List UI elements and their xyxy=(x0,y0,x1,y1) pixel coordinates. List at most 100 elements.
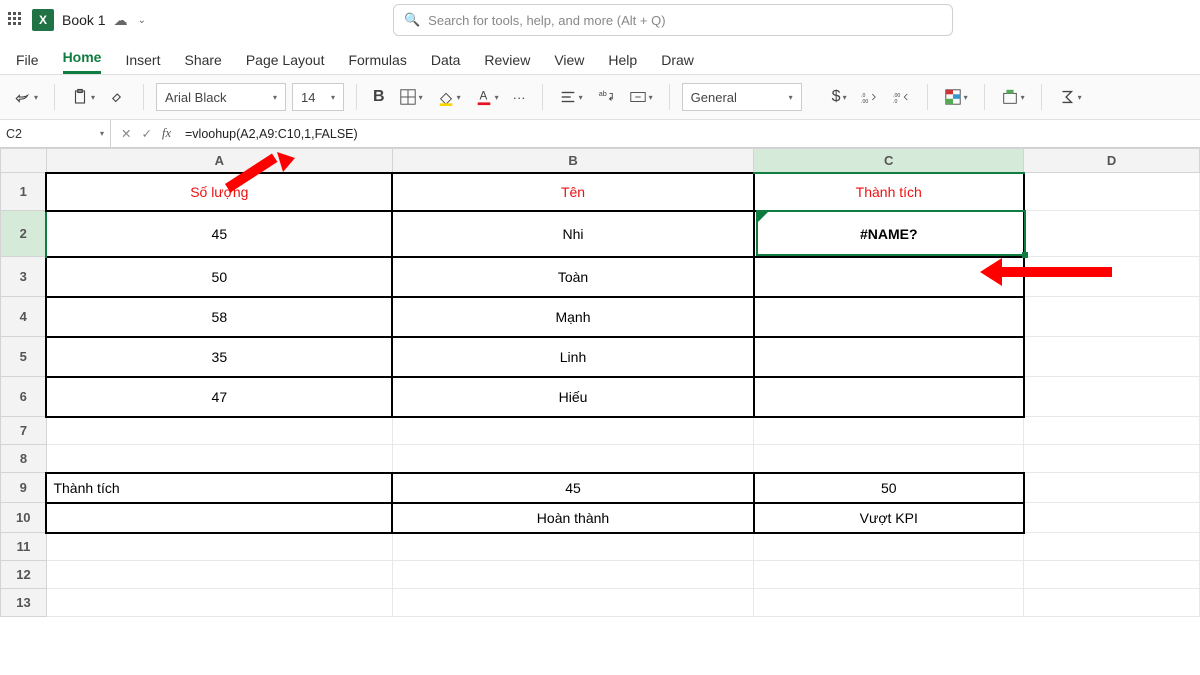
cell-C9[interactable]: 50 xyxy=(754,473,1024,503)
format-painter-button[interactable] xyxy=(105,86,131,108)
cell-D8[interactable] xyxy=(1024,445,1200,473)
cell-A10[interactable] xyxy=(46,503,392,533)
menu-share[interactable]: Share xyxy=(184,52,221,74)
cell-A8[interactable] xyxy=(46,445,392,473)
font-color-button[interactable]: A▾ xyxy=(471,86,503,108)
cell-B7[interactable] xyxy=(392,417,754,445)
menu-insert[interactable]: Insert xyxy=(125,52,160,74)
menu-help[interactable]: Help xyxy=(608,52,637,74)
currency-button[interactable]: $▾ xyxy=(828,86,851,108)
row-header-10[interactable]: 10 xyxy=(1,503,47,533)
col-header-D[interactable]: D xyxy=(1024,149,1200,173)
menu-file[interactable]: File xyxy=(16,52,39,74)
cell-A4[interactable]: 58 xyxy=(46,297,392,337)
insert-cells-button[interactable]: ▾ xyxy=(997,86,1029,108)
row-header-2[interactable]: 2 xyxy=(1,211,47,257)
cell-B4[interactable]: Mạnh xyxy=(392,297,754,337)
row-header-1[interactable]: 1 xyxy=(1,173,47,211)
row-header-3[interactable]: 3 xyxy=(1,257,47,297)
cell-B9[interactable]: 45 xyxy=(392,473,754,503)
search-input[interactable]: 🔍 Search for tools, help, and more (Alt … xyxy=(393,4,953,36)
borders-button[interactable]: ▾ xyxy=(395,86,427,108)
app-launcher-icon[interactable] xyxy=(8,12,24,28)
menu-home[interactable]: Home xyxy=(63,49,102,74)
cell-C6[interactable] xyxy=(754,377,1024,417)
cell-B8[interactable] xyxy=(392,445,754,473)
row-header-11[interactable]: 11 xyxy=(1,533,47,561)
cell-D10[interactable] xyxy=(1024,503,1200,533)
menu-view[interactable]: View xyxy=(554,52,584,74)
bold-button[interactable]: B xyxy=(369,86,389,108)
row-header-6[interactable]: 6 xyxy=(1,377,47,417)
cell-B2[interactable]: Nhi xyxy=(392,211,754,257)
row-header-4[interactable]: 4 xyxy=(1,297,47,337)
merge-button[interactable]: ▾ xyxy=(625,86,657,108)
cancel-formula-icon[interactable]: ✕ xyxy=(121,126,131,141)
number-format-select[interactable]: General▾ xyxy=(682,83,802,111)
accept-formula-icon[interactable]: ✓ xyxy=(141,126,151,141)
col-header-C[interactable]: C xyxy=(754,149,1024,173)
cell-B10[interactable]: Hoàn thành xyxy=(392,503,754,533)
title-dropdown-icon[interactable]: ⌄ xyxy=(138,15,146,26)
cell-A7[interactable] xyxy=(46,417,392,445)
document-title[interactable]: Book 1 xyxy=(62,12,106,28)
fx-icon[interactable]: fx xyxy=(162,126,171,141)
paste-button[interactable]: ▾ xyxy=(67,86,99,108)
title-bar: X Book 1 ☁ ⌄ 🔍 Search for tools, help, a… xyxy=(0,0,1200,40)
menu-formulas[interactable]: Formulas xyxy=(348,52,406,74)
wrap-text-button[interactable]: ab xyxy=(593,86,619,108)
increase-decimal-button[interactable]: .00.0 xyxy=(889,86,915,108)
formula-input[interactable]: =vloohup(A2,A9:C10,1,FALSE) xyxy=(181,127,1200,141)
conditional-format-button[interactable]: ▾ xyxy=(940,86,972,108)
cell-B3[interactable]: Toàn xyxy=(392,257,754,297)
undo-button[interactable]: ▾ xyxy=(10,86,42,108)
align-button[interactable]: ▾ xyxy=(555,86,587,108)
menu-page-layout[interactable]: Page Layout xyxy=(246,52,325,74)
cell-C4[interactable] xyxy=(754,297,1024,337)
autosum-button[interactable]: ▾ xyxy=(1054,86,1086,108)
cell-C7[interactable] xyxy=(754,417,1024,445)
row-header-8[interactable]: 8 xyxy=(1,445,47,473)
cell-A5[interactable]: 35 xyxy=(46,337,392,377)
error-indicator-icon[interactable] xyxy=(758,212,768,222)
cell-D7[interactable] xyxy=(1024,417,1200,445)
cell-B6[interactable]: Hiếu xyxy=(392,377,754,417)
cell-C1[interactable]: Thành tích xyxy=(754,173,1024,211)
cell-A3[interactable]: 50 xyxy=(46,257,392,297)
font-size-select[interactable]: 14▾ xyxy=(292,83,344,111)
cell-D9[interactable] xyxy=(1024,473,1200,503)
cell-C10[interactable]: Vượt KPI xyxy=(754,503,1024,533)
cell-D1[interactable] xyxy=(1024,173,1200,211)
cell-B5[interactable]: Linh xyxy=(392,337,754,377)
col-header-B[interactable]: B xyxy=(392,149,754,173)
menu-data[interactable]: Data xyxy=(431,52,461,74)
row-header-12[interactable]: 12 xyxy=(1,561,47,589)
cell-D2[interactable] xyxy=(1024,211,1200,257)
cell-D5[interactable] xyxy=(1024,337,1200,377)
select-all-corner[interactable] xyxy=(1,149,47,173)
cell-B1[interactable]: Tên xyxy=(392,173,754,211)
formula-bar: C2▾ ✕ ✓ fx =vloohup(A2,A9:C10,1,FALSE) xyxy=(0,120,1200,148)
cell-A9[interactable]: Thành tích xyxy=(46,473,392,503)
cell-D6[interactable] xyxy=(1024,377,1200,417)
name-box[interactable]: C2▾ xyxy=(0,127,110,141)
cell-D4[interactable] xyxy=(1024,297,1200,337)
cloud-saved-icon[interactable]: ☁ xyxy=(114,12,128,29)
cell-C8[interactable] xyxy=(754,445,1024,473)
row-header-9[interactable]: 9 xyxy=(1,473,47,503)
fill-color-button[interactable]: ▾ xyxy=(433,86,465,108)
row-header-13[interactable]: 13 xyxy=(1,589,47,617)
font-select[interactable]: Arial Black▾ xyxy=(156,83,286,111)
row-header-5[interactable]: 5 xyxy=(1,337,47,377)
cell-A6[interactable]: 47 xyxy=(46,377,392,417)
decrease-decimal-button[interactable]: .0.00 xyxy=(857,86,883,108)
more-font-button[interactable]: ··· xyxy=(509,88,530,107)
row-header-7[interactable]: 7 xyxy=(1,417,47,445)
cell-C2[interactable]: #NAME? xyxy=(754,211,1024,257)
svg-text:.0: .0 xyxy=(861,93,865,99)
menu-draw[interactable]: Draw xyxy=(661,52,694,74)
cell-C5[interactable] xyxy=(754,337,1024,377)
cell-A2[interactable]: 45 xyxy=(46,211,392,257)
spreadsheet-grid[interactable]: A B C D 1 Số lượng Tên Thành tích 2 45 N… xyxy=(0,148,1200,617)
menu-review[interactable]: Review xyxy=(484,52,530,74)
